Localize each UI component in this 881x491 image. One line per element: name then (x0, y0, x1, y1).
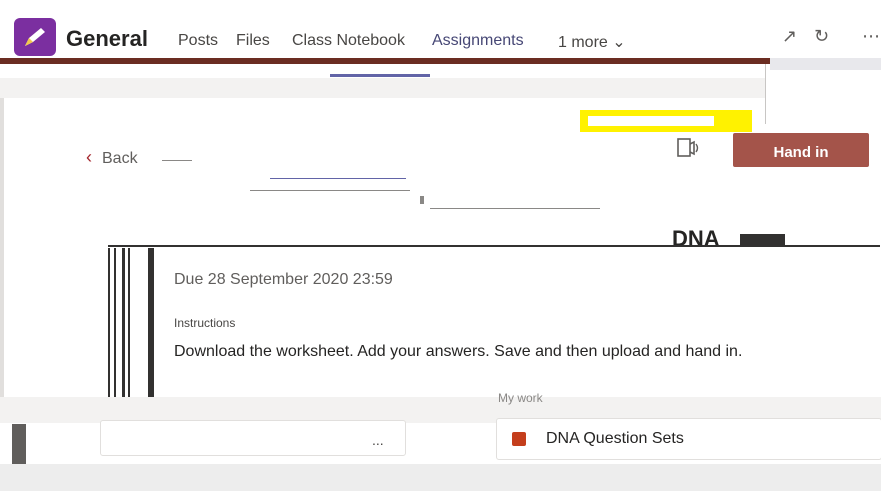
assignment-title: DNA (672, 226, 720, 251)
chevron-left-icon: ‹ (86, 147, 92, 167)
back-button[interactable]: ‹ Back (86, 147, 138, 168)
header-divider (0, 58, 770, 64)
focus-highlight (580, 110, 752, 132)
tab-assignments[interactable]: Assignments (432, 32, 524, 50)
immersive-reader-icon[interactable] (676, 136, 702, 166)
hand-in-button[interactable]: Hand in (733, 133, 869, 167)
divider-line (162, 160, 192, 161)
side-block (12, 424, 26, 464)
instructions-text: Download the worksheet. Add your answers… (174, 343, 743, 360)
tab-files[interactable]: Files (236, 32, 270, 50)
my-work-label: My work (498, 391, 543, 405)
vertical-divider (765, 64, 766, 124)
content-rule (108, 245, 880, 247)
refresh-icon[interactable]: ↻ (814, 26, 829, 47)
divider-line (270, 178, 406, 179)
back-label: Back (102, 150, 138, 167)
header-strip (770, 58, 881, 70)
tab-class-notebook[interactable]: Class Notebook (292, 32, 405, 50)
reference-material-item[interactable] (100, 420, 406, 456)
content-top-band (0, 78, 765, 98)
tab-more-label: 1 more (558, 34, 608, 51)
tab-posts[interactable]: Posts (178, 32, 218, 50)
footer-band (0, 464, 881, 491)
chevron-down-icon: ⌄ (612, 34, 626, 51)
left-shade (0, 98, 4, 398)
divider-line (420, 196, 424, 204)
tab-more[interactable]: 1 more ⌄ (558, 32, 626, 52)
pencil-icon (25, 28, 45, 46)
divider-line (430, 208, 600, 209)
team-avatar[interactable] (14, 18, 56, 56)
expand-icon[interactable]: ↗ (782, 26, 797, 47)
instructions-label: Instructions (174, 316, 236, 330)
powerpoint-file-icon (512, 432, 526, 446)
file-name[interactable]: DNA Question Sets (546, 430, 684, 448)
left-frame (108, 248, 168, 398)
divider-line (250, 190, 410, 191)
channel-title: General (66, 26, 148, 51)
due-date: Due 28 September 2020 23:59 (174, 271, 393, 288)
more-options-icon[interactable]: ⋯ (862, 26, 880, 47)
more-options-button[interactable]: ... (372, 432, 384, 448)
active-tab-indicator (330, 74, 430, 77)
